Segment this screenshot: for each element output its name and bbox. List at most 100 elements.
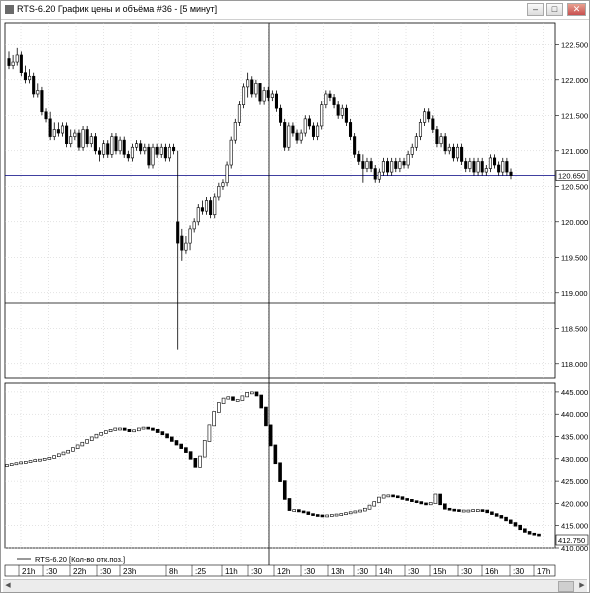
- maximize-button[interactable]: □: [546, 3, 563, 16]
- candle-body: [484, 168, 488, 173]
- oi-bar: [278, 462, 282, 482]
- candle-body: [139, 143, 143, 152]
- candle-body: [332, 97, 336, 105]
- oi-bar: [221, 397, 226, 404]
- price-tick-label: 122.000: [561, 76, 588, 85]
- candle: [229, 136, 233, 169]
- candle-body: [213, 196, 217, 215]
- oi-bar: [433, 493, 438, 504]
- app-icon: [5, 5, 14, 14]
- candle-body: [73, 132, 77, 137]
- price-tick-label: 118.500: [561, 324, 588, 333]
- minimize-button[interactable]: ‒: [527, 3, 544, 16]
- candle-body: [254, 83, 258, 95]
- candle-body: [307, 118, 311, 127]
- time-label: 23h: [123, 567, 136, 576]
- candle: [65, 122, 69, 148]
- price-tick-label: 120.000: [561, 218, 588, 227]
- price-panel[interactable]: [4, 22, 556, 379]
- oi-bar: [405, 498, 409, 501]
- oi-bar: [151, 427, 155, 431]
- oi-bar: [71, 447, 75, 452]
- time-label: 13h: [331, 567, 344, 576]
- chart-area[interactable]: 122.500 122.000 121.500 121.000 120.500 120.0…: [1, 20, 589, 578]
- oi-bar: [94, 433, 99, 439]
- candle-body: [40, 90, 44, 113]
- oi-bar: [165, 433, 169, 439]
- oi-bar: [339, 513, 344, 516]
- candle-body: [493, 157, 497, 166]
- candle-body: [93, 136, 97, 152]
- oi-bar: [494, 513, 499, 517]
- candle: [151, 143, 155, 169]
- oi-bar: [160, 431, 165, 436]
- oi-bar: [447, 507, 452, 511]
- candle-body: [122, 139, 126, 155]
- price-tick-label: 122.500: [561, 40, 588, 49]
- candle-body: [237, 104, 241, 123]
- date-label: 15: [169, 577, 178, 578]
- oi-bar: [217, 402, 221, 413]
- oi-bar: [188, 451, 193, 460]
- oi-bar: [155, 429, 160, 433]
- candle-body: [357, 154, 361, 162]
- price-tick-label: 119.000: [561, 289, 588, 298]
- time-label: 14h: [379, 567, 392, 576]
- candle: [19, 51, 23, 77]
- candle-body: [19, 54, 23, 74]
- candle-body: [81, 129, 85, 148]
- oi-bar: [287, 498, 292, 511]
- candle-body: [262, 90, 266, 102]
- indicator-axis: 445.000 440.000 435.000 430.000 425.000 420.0…: [555, 388, 588, 553]
- oi-bar: [75, 444, 80, 449]
- oi-bar: [184, 447, 188, 453]
- candle-body: [505, 161, 509, 173]
- oi-bar: [377, 496, 381, 503]
- candle-body: [406, 154, 410, 166]
- scroll-right-arrow-icon[interactable]: ▶: [577, 581, 587, 591]
- candle-body: [468, 161, 472, 169]
- candle-body: [204, 200, 209, 212]
- candle: [353, 133, 357, 158]
- price-tick-label: 121.000: [561, 147, 588, 156]
- oi-bar: [193, 458, 198, 468]
- oi-bar: [240, 395, 245, 401]
- horizontal-scrollbar[interactable]: ◀ ▶: [3, 579, 587, 592]
- oi-bar: [504, 516, 508, 522]
- oi-bar: [9, 463, 14, 466]
- oi-bar: [169, 436, 174, 442]
- scrollbar-thumb[interactable]: [558, 581, 574, 592]
- oi-bar: [268, 424, 273, 447]
- time-label: :25: [195, 567, 207, 576]
- candle-body: [320, 104, 324, 127]
- price-tick-label: 118.000: [561, 360, 588, 369]
- oi-bar: [250, 391, 254, 395]
- scroll-left-arrow-icon[interactable]: ◀: [3, 581, 13, 591]
- oi-bar: [330, 514, 334, 517]
- candle-body: [369, 161, 373, 169]
- oi-bar: [61, 451, 66, 456]
- time-label: 15h: [433, 567, 446, 576]
- close-button[interactable]: ✕: [567, 3, 586, 16]
- oi-bar: [226, 396, 231, 400]
- title-bar[interactable]: RTS-6.20 График цены и объёма #36 - [5 м…: [1, 1, 589, 20]
- indicator-tick-label: 415.000: [561, 522, 588, 531]
- oi-bar: [452, 508, 457, 512]
- oi-bar: [235, 399, 240, 402]
- candle-body: [423, 111, 427, 123]
- oi-bar: [419, 501, 424, 505]
- candle-body: [130, 146, 134, 159]
- candle-body: [44, 111, 48, 120]
- oi-bar: [42, 458, 47, 461]
- oi-bar: [301, 510, 306, 514]
- candle-body: [348, 122, 353, 137]
- indicator-tick-label: 425.000: [561, 477, 588, 486]
- time-label: :30: [251, 567, 263, 576]
- oi-bar: [523, 528, 527, 533]
- candle-body: [365, 161, 369, 169]
- time-label: :30: [408, 567, 420, 576]
- candle: [81, 125, 85, 151]
- candle-body: [97, 150, 102, 155]
- oi-bar: [499, 515, 504, 519]
- oi-bar: [358, 509, 362, 513]
